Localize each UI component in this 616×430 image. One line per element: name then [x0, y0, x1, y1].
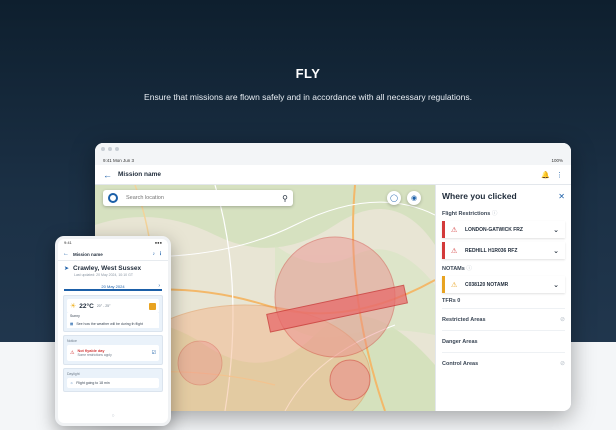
phone-mockup: 9:41 ●●● ← Mission name ♪ ⋮ ➤ Crawley, We… [55, 236, 171, 426]
phone-title: Mission name [73, 251, 103, 257]
window-chrome [95, 143, 571, 155]
notam-item[interactable]: ⚠ C038120 NOTAMR ⌄ [442, 276, 565, 293]
notams-heading: NOTAMs ⓘ [442, 266, 472, 272]
daylight-card[interactable]: Daylight ☼ Flight going to 18 min [63, 368, 163, 392]
daylight-icon: ☼ [70, 381, 74, 385]
info-panel: Where you clicked ✕ Flight Restrictions … [435, 185, 571, 411]
restriction-item[interactable]: ⚠ REDHILL H1R036 RFZ ⌄ [442, 242, 565, 259]
restricted-areas-row[interactable]: Restricted Areas ⊘ [442, 308, 565, 330]
panel-title: Where you clicked [442, 191, 517, 201]
crosshair-icon[interactable] [108, 193, 118, 203]
search-bar[interactable]: ⚲ [103, 190, 293, 206]
app-header: ← Mission name 🔔 ⋮ [95, 165, 571, 185]
warning-icon: ⚠ [451, 247, 458, 255]
temperature-range: 20° - 25° [96, 304, 111, 308]
daylight-card-heading: Daylight [67, 372, 80, 376]
page-title: Mission name [118, 171, 161, 178]
calendar-icon: ▦ [70, 322, 74, 326]
chevron-down-icon[interactable]: ⌄ [553, 226, 559, 234]
back-arrow-icon[interactable]: ← [63, 251, 69, 257]
warning-icon: ⚠ [70, 350, 75, 356]
notice-card-heading: Notice [67, 339, 77, 343]
bell-icon[interactable]: 🔔 [541, 171, 550, 179]
restriction-item[interactable]: ⚠ LONDON-GATWICK FRZ ⌄ [442, 221, 565, 238]
hero-title: FLY [295, 66, 321, 81]
danger-areas-row[interactable]: Danger Areas [442, 330, 565, 352]
date-selector[interactable]: 20 May 2024 › [64, 283, 162, 291]
checklist-icon[interactable]: ☑ [152, 350, 156, 356]
notice-card[interactable]: Notice ⚠ Not flyable day Some restriction… [63, 335, 163, 365]
chevron-right-icon: › [158, 283, 160, 289]
weather-card[interactable]: ☀ 22°C 20° - 25° Sunny ▦ See how the weat… [63, 295, 163, 332]
status-time: 9:41 Mon Jun 3 [103, 157, 135, 163]
chevron-down-icon[interactable]: ⌄ [553, 281, 559, 289]
control-areas-row[interactable]: Control Areas ⊘ [442, 352, 565, 374]
last-updated: Last updated: 20 May 2024, 10:10 GT [74, 273, 133, 277]
weather-badge [149, 302, 156, 310]
kebab-menu-icon[interactable]: ⋮ [158, 251, 163, 257]
tfrs-heading: TFRs 0 [442, 298, 461, 304]
phone-header: ← Mission name ♪ ⋮ [58, 248, 168, 261]
notam-label: C038120 NOTAMR [465, 281, 509, 288]
chevron-down-icon[interactable]: ⌄ [553, 247, 559, 255]
hero-subtitle: Ensure that missions are flown safely an… [144, 92, 472, 102]
status-battery: 100% [551, 157, 563, 163]
phone-status-bar: 9:41 ●●● [64, 240, 162, 245]
back-arrow-icon[interactable]: ← [103, 170, 112, 180]
restriction-label: LONDON-GATWICK FRZ [465, 226, 523, 233]
close-icon[interactable]: ✕ [558, 192, 565, 201]
restriction-label: REDHILL H1R036 RFZ [465, 247, 518, 254]
bell-icon[interactable]: ♪ [153, 251, 156, 257]
info-icon: ⓘ [466, 266, 472, 272]
temperature: 22°C [79, 302, 94, 310]
search-icon[interactable]: ⚲ [282, 194, 288, 203]
globe-icon[interactable]: ◯ [387, 191, 401, 205]
location-header: ➤ Crawley, West Sussex Last updated: 20 … [58, 261, 168, 279]
flight-restrictions-heading: Flight Restrictions ⓘ [442, 211, 498, 217]
warning-icon: ⚠ [451, 226, 458, 234]
layers-icon[interactable]: ◉ [407, 191, 421, 205]
home-indicator: ○ [111, 413, 115, 419]
navigation-icon: ➤ [64, 266, 70, 272]
sun-icon: ☀ [70, 303, 77, 310]
search-input[interactable] [126, 195, 283, 201]
location-name: Crawley, West Sussex [73, 265, 142, 272]
info-icon: ⓘ [491, 211, 498, 217]
weather-link[interactable]: ▦ See how the weather will be during th f… [67, 320, 159, 328]
weather-description: Sunny [67, 313, 159, 320]
status-bar: 9:41 Mon Jun 3 100% [95, 155, 571, 165]
no-data-icon: ⊘ [559, 317, 565, 323]
warning-icon: ⚠ [451, 281, 458, 289]
notice-sub: Some restrictions apply [77, 353, 112, 357]
kebab-menu-icon[interactable]: ⋮ [556, 171, 563, 179]
no-data-icon: ⊘ [559, 361, 565, 367]
